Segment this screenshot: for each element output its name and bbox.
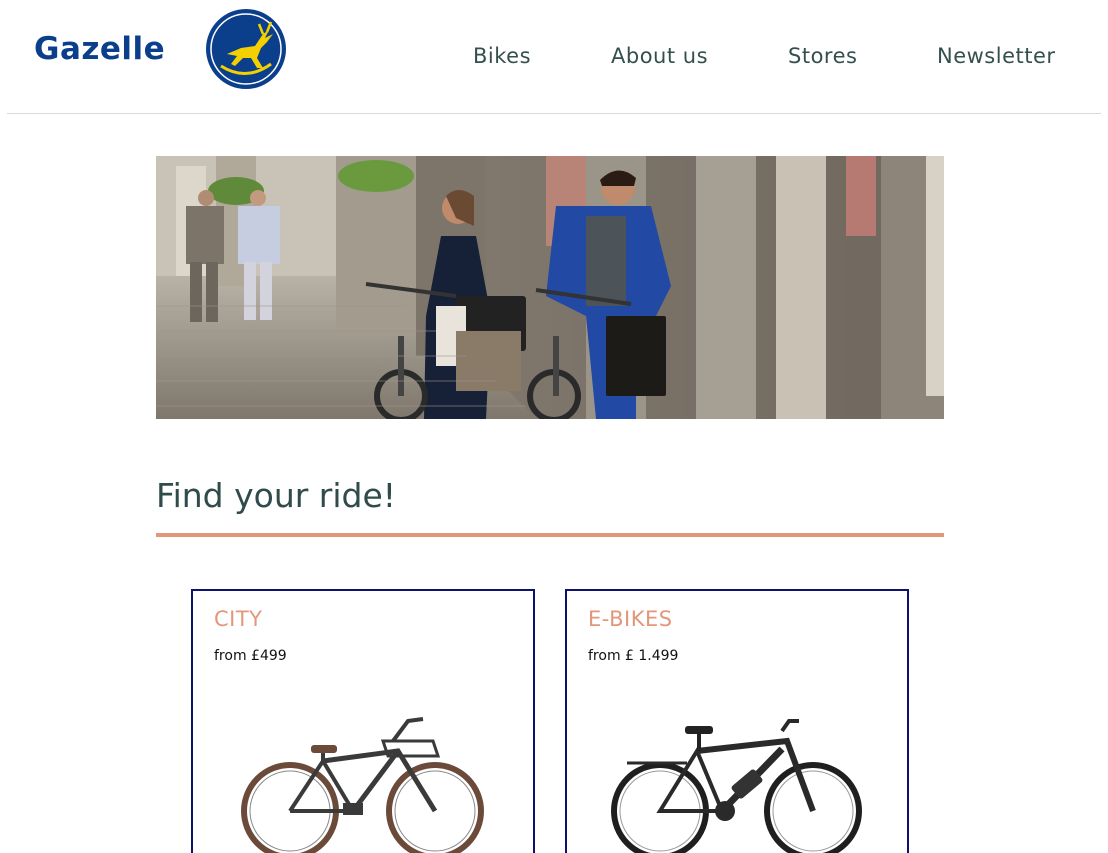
card-title: CITY <box>214 607 263 631</box>
city-bike-image <box>241 717 484 853</box>
e-bike-image <box>611 719 862 853</box>
title-underline <box>156 533 944 537</box>
category-card-city[interactable]: CITY from £499 <box>191 589 535 853</box>
hero-image <box>156 156 944 419</box>
nav-newsletter[interactable]: Newsletter <box>937 44 1056 68</box>
card-price: from £ 1.499 <box>588 648 679 664</box>
site-header: Gazelle Bikes About us Stores Newsletter <box>0 0 1108 114</box>
category-card-e-bikes[interactable]: E-BIKES from £ 1.499 <box>565 589 909 853</box>
nav-about-us[interactable]: About us <box>611 44 708 68</box>
header-divider <box>7 113 1101 114</box>
nav-stores[interactable]: Stores <box>788 44 857 68</box>
page-title: Find your ride! <box>156 476 397 515</box>
card-title: E-BIKES <box>588 607 673 631</box>
card-price: from £499 <box>214 648 287 664</box>
nav-bikes[interactable]: Bikes <box>473 44 531 68</box>
main-nav: Bikes About us Stores Newsletter <box>0 44 1108 74</box>
